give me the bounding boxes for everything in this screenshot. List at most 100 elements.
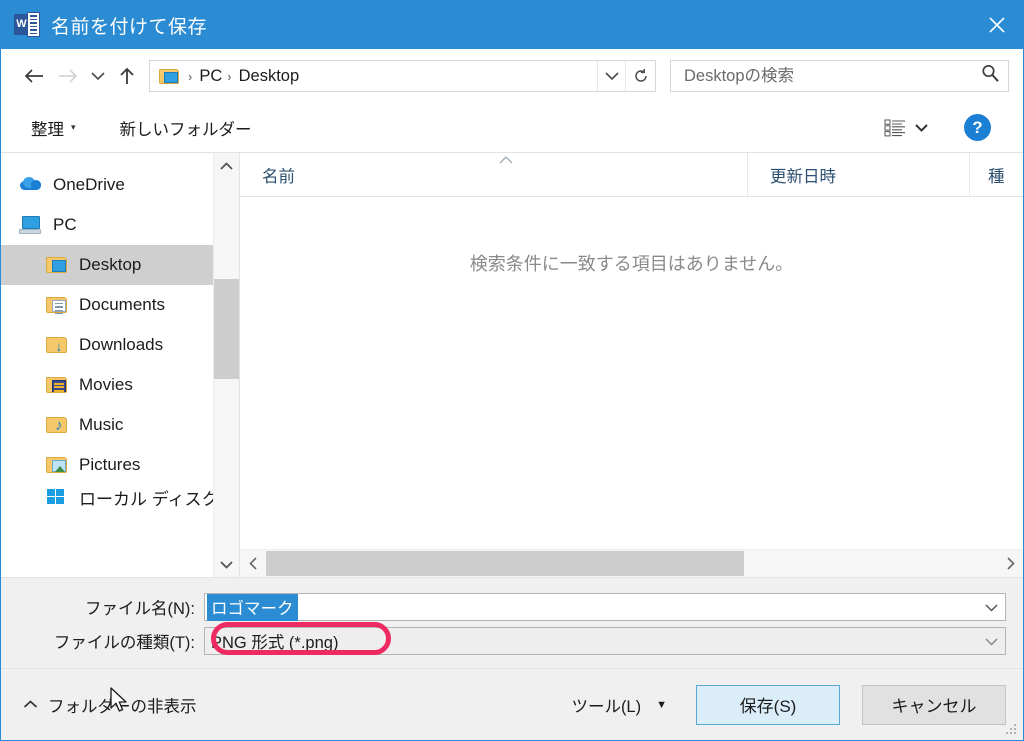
chevron-up-icon — [23, 698, 38, 712]
new-folder-label: 新しいフォルダー — [119, 120, 252, 139]
window-title: 名前を付けて保存 — [51, 16, 208, 38]
view-options-chevron-icon[interactable] — [908, 117, 934, 139]
sidebar-item-onedrive[interactable]: OneDrive — [1, 165, 239, 205]
search-box[interactable] — [670, 60, 1009, 92]
breadcrumb-item-pc[interactable]: PC — [199, 67, 222, 86]
tools-button[interactable]: ツール(L) ▼ — [571, 693, 667, 717]
forward-arrow-icon — [51, 59, 85, 93]
sidebar-item-downloads[interactable]: ↓ Downloads — [1, 325, 239, 365]
resize-grip-icon[interactable] — [1006, 724, 1018, 736]
new-folder-button[interactable]: 新しいフォルダー — [112, 111, 260, 145]
scrollbar-thumb[interactable] — [266, 550, 744, 576]
filetype-value: PNG 形式 (*.png) — [211, 634, 339, 652]
column-label: 名前 — [262, 167, 295, 186]
pictures-folder-icon — [45, 454, 69, 476]
save-button[interactable]: 保存(S) — [696, 684, 840, 725]
sidebar-item-local-disk[interactable]: ローカル ディスク (C: — [1, 485, 239, 511]
sidebar-vertical-scrollbar[interactable] — [213, 153, 239, 577]
column-label: 更新日時 — [770, 167, 836, 186]
downloads-folder-icon: ↓ — [45, 334, 69, 356]
refresh-icon[interactable] — [625, 61, 655, 91]
search-input[interactable] — [684, 66, 981, 86]
file-list-empty-area: 検索条件に一致する項目はありません。 — [240, 197, 1023, 549]
save-label: 保存(S) — [739, 697, 797, 716]
chevron-left-icon[interactable] — [240, 550, 266, 578]
filename-input[interactable]: ロゴマーク — [204, 593, 1006, 621]
sidebar-item-label: Pictures — [79, 455, 141, 474]
sidebar-item-pictures[interactable]: Pictures — [1, 445, 239, 485]
mouse-pointer-icon — [109, 687, 129, 715]
chevron-right-icon[interactable] — [997, 550, 1023, 578]
breadcrumb[interactable]: › PC › Desktop — [149, 60, 656, 92]
dialog-footer: フォルダーの非表示 ツール(L) ▼ 保存(S) キャンセル — [1, 668, 1023, 740]
documents-folder-icon — [45, 294, 69, 316]
column-header-type[interactable]: 種 — [969, 152, 1023, 197]
navigation-bar: › PC › Desktop — [1, 49, 1023, 103]
organize-label: 整理 — [31, 120, 64, 139]
sort-ascending-icon — [498, 153, 514, 168]
save-as-dialog: W 名前を付けて保存 › PC › Desktop Desktopの検索 整理 … — [0, 0, 1024, 741]
filename-value[interactable]: ロゴマーク — [207, 593, 298, 621]
scrollbar-track[interactable] — [213, 179, 239, 551]
word-icon: W — [14, 12, 40, 38]
desktop-folder-icon — [45, 254, 69, 276]
breadcrumb-item-desktop[interactable]: Desktop — [239, 67, 300, 86]
dialog-body: OneDrive PC Desktop Documents ↓ Download… — [1, 152, 1023, 578]
sidebar-item-desktop[interactable]: Desktop — [1, 245, 239, 285]
cancel-button[interactable]: キャンセル — [862, 684, 1006, 725]
scrollbar-track[interactable] — [266, 550, 997, 578]
sidebar-item-label: Documents — [79, 295, 165, 314]
desktop-folder-icon — [159, 68, 180, 85]
windows-logo-icon — [45, 485, 69, 507]
chevron-up-icon[interactable] — [214, 153, 240, 179]
chevron-down-icon[interactable] — [977, 628, 1005, 654]
chevron-down-icon[interactable] — [214, 551, 240, 577]
movies-folder-icon — [45, 374, 69, 396]
scrollbar-thumb[interactable] — [213, 279, 239, 379]
cancel-label: キャンセル — [891, 697, 977, 716]
sidebar-item-pc[interactable]: PC — [1, 205, 239, 245]
chevron-down-icon: ▾ — [71, 122, 76, 132]
filetype-label: ファイルの種類(T): — [53, 634, 195, 652]
tools-label: ツール(L) — [571, 697, 642, 716]
sidebar-item-label: Movies — [79, 375, 133, 394]
sidebar-item-label: Music — [79, 415, 124, 434]
filename-label: ファイル名(N): — [85, 600, 195, 618]
onedrive-cloud-icon — [19, 174, 43, 196]
sidebar-item-documents[interactable]: Documents — [1, 285, 239, 325]
list-view-icon[interactable] — [882, 117, 908, 139]
filetype-select[interactable]: PNG 形式 (*.png) — [204, 622, 1006, 655]
chevron-down-icon[interactable] — [597, 61, 625, 91]
column-header-name[interactable]: 名前 — [240, 153, 747, 197]
save-form: ファイル名(N): ロゴマーク ファイルの種類(T): PNG 形式 (*.pn… — [1, 578, 1023, 668]
back-arrow-icon[interactable] — [17, 59, 51, 93]
file-list-horizontal-scrollbar[interactable] — [240, 549, 1023, 577]
up-arrow-icon[interactable] — [111, 59, 143, 93]
breadcrumb-separator: › — [188, 68, 193, 84]
sidebar-item-label: OneDrive — [53, 175, 125, 194]
column-headers: 名前 更新日時 種 — [240, 152, 1023, 197]
navigation-sidebar: OneDrive PC Desktop Documents ↓ Download… — [1, 153, 239, 577]
toolbar: 整理 ▾ 新しいフォルダー ? — [1, 103, 1023, 153]
filetype-row: ファイルの種類(T): PNG 形式 (*.png) — [1, 622, 1023, 658]
pc-monitor-icon — [19, 214, 43, 236]
chevron-down-icon: ▼ — [656, 698, 667, 711]
sidebar-item-label: Desktop — [79, 255, 142, 274]
search-icon — [981, 64, 1000, 88]
sidebar-item-label: PC — [53, 215, 77, 234]
column-header-date-modified[interactable]: 更新日時 — [747, 152, 969, 197]
breadcrumb-separator: › — [227, 68, 232, 84]
title-bar: W 名前を付けて保存 — [1, 1, 1023, 49]
empty-message: 検索条件に一致する項目はありません。 — [469, 254, 794, 274]
sidebar-item-label: Downloads — [79, 335, 164, 354]
music-folder-icon: ♪ — [45, 414, 69, 436]
help-icon[interactable]: ? — [964, 114, 991, 141]
chevron-down-icon[interactable] — [977, 594, 1005, 620]
recent-locations-chevron-icon[interactable] — [85, 59, 111, 93]
sidebar-item-movies[interactable]: Movies — [1, 365, 239, 405]
column-label: 種 — [988, 167, 1005, 186]
file-list-pane: 名前 更新日時 種 検索条件に一致する項目はありません。 — [239, 152, 1023, 577]
organize-button[interactable]: 整理 ▾ — [23, 111, 84, 145]
sidebar-item-music[interactable]: ♪ Music — [1, 405, 239, 445]
close-icon[interactable] — [971, 1, 1023, 49]
